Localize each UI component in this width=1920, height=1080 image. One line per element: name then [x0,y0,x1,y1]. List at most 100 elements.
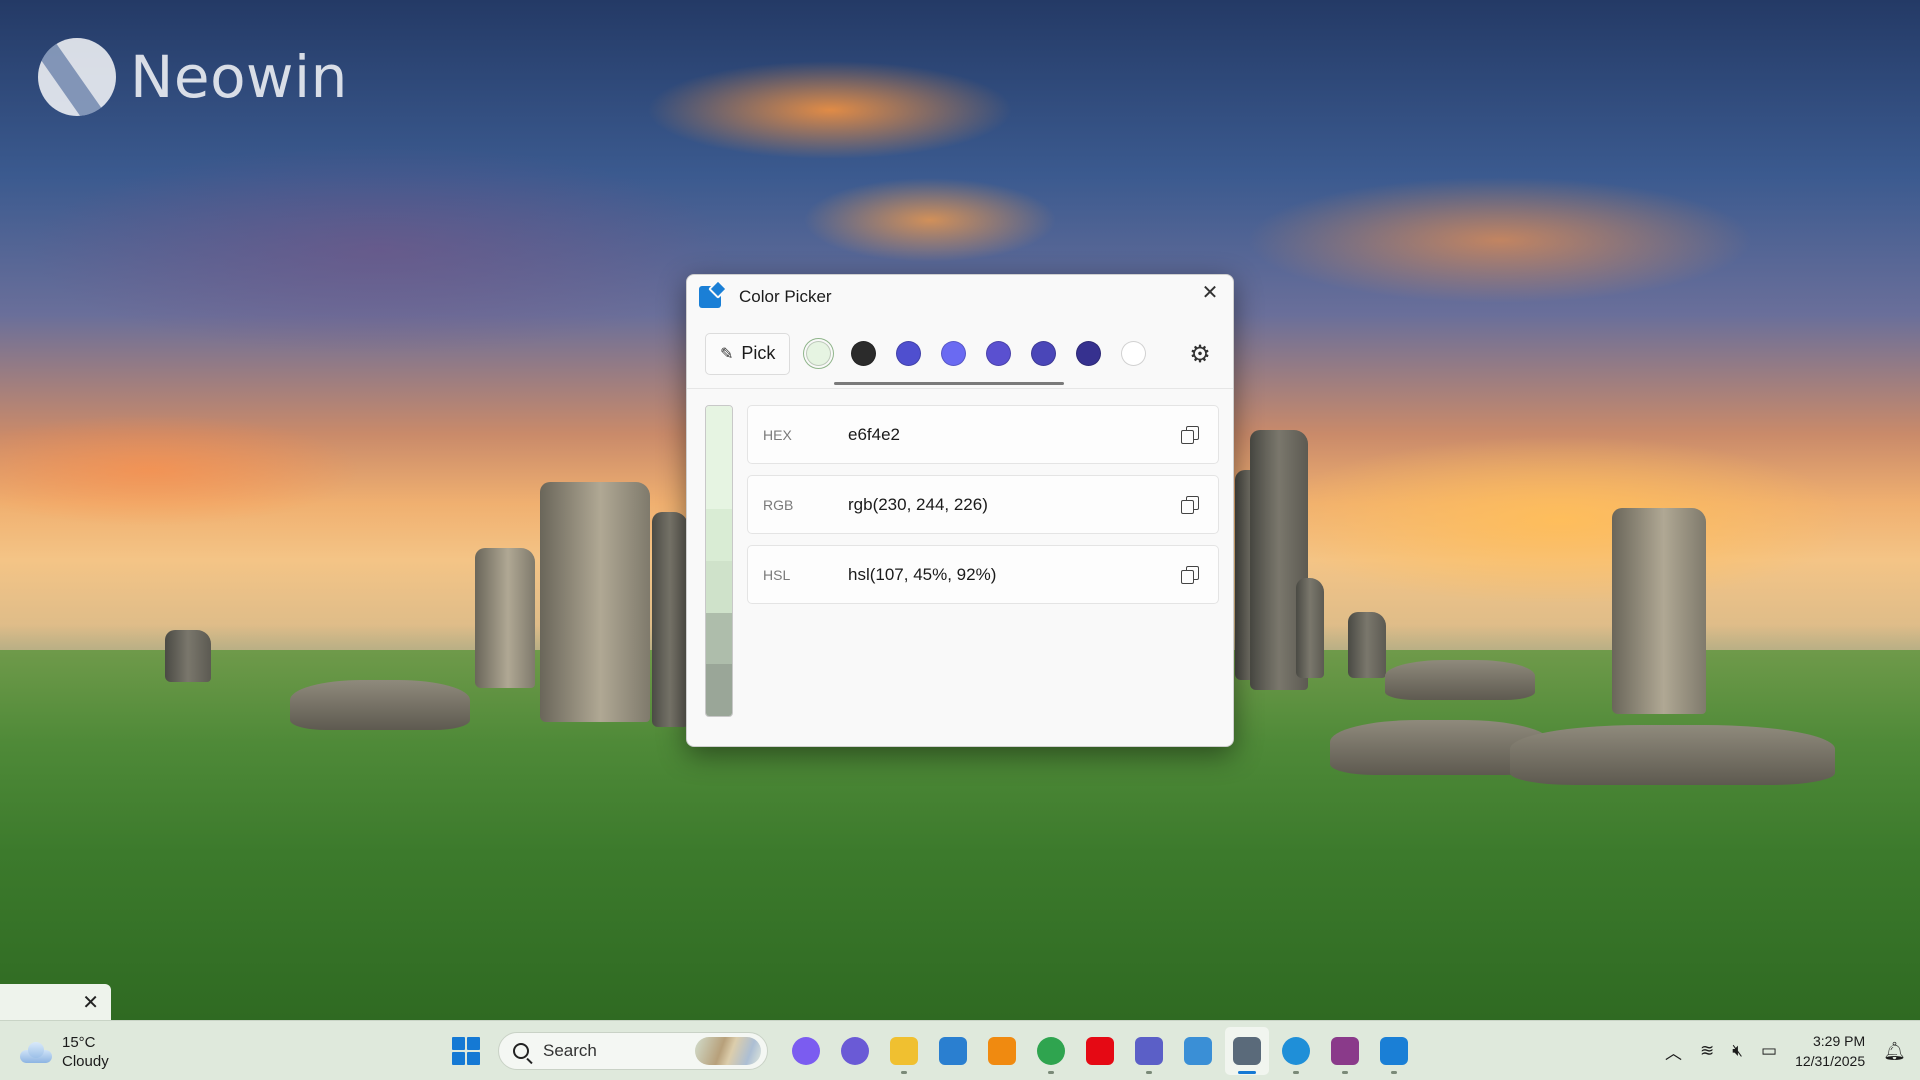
battery-icon[interactable]: ▭ [1761,1041,1777,1061]
close-icon[interactable]: ✕ [82,990,99,1015]
format-label: HSL [763,566,791,583]
close-button[interactable]: ✕ [1187,275,1233,309]
copy-icon[interactable] [1181,496,1199,514]
pick-button-label: Pick [741,343,776,363]
file-explorer-icon [890,1037,918,1065]
color-history [806,341,1147,366]
chrome-icon [1037,1037,1065,1065]
shade-strip [705,405,733,717]
history-scrollbar[interactable] [834,382,1064,385]
stone [1296,578,1324,678]
copy-icon[interactable] [1181,426,1199,444]
wifi-icon[interactable]: ≋ [1700,1041,1714,1061]
copilot-icon [792,1037,820,1065]
taskbar-app-winrar[interactable] [1323,1027,1367,1075]
shade-swatch[interactable] [706,664,732,716]
taskbar-search[interactable]: Search [498,1032,768,1070]
color-format-row: RGB rgb(230, 244, 226) [747,475,1219,534]
notification-bell-icon[interactable]: 🔔︎ [1883,1041,1906,1062]
start-button[interactable] [446,1031,486,1071]
color-picker-icon [1380,1037,1408,1065]
pick-button[interactable]: ✎ Pick [705,332,791,375]
shade-swatch[interactable] [706,457,732,510]
color-picker-app-icon [699,286,721,308]
taskbar-app-powertoys[interactable] [1225,1027,1269,1075]
weather-temperature: 15°C [62,1034,96,1051]
stone [290,680,470,730]
weather-widget[interactable]: 15°C Cloudy [20,1033,109,1071]
powertoys-icon [1233,1037,1261,1065]
color-format-list: HEX e6f4e2 RGB rgb(230, 244, 226) HSL hsl(107… [747,405,1219,717]
taskbar-app-photos[interactable] [931,1027,975,1075]
stone [475,548,535,688]
format-value[interactable]: e6f4e2 [848,425,900,445]
clock[interactable]: 3:29 PM 12/31/2025 [1795,1031,1865,1071]
shade-swatch[interactable] [706,612,732,665]
color-swatch[interactable] [806,341,832,366]
search-highlight-image [695,1037,761,1065]
copy-icon[interactable] [1181,566,1199,584]
stone [1612,508,1706,714]
teams-icon [1135,1037,1163,1065]
color-swatch[interactable] [851,341,877,366]
taskbar-app-netflix[interactable] [1078,1027,1122,1075]
shade-swatch[interactable] [706,406,732,458]
search-placeholder: Search [543,1041,597,1060]
stone [1510,725,1835,785]
netflix-icon [1086,1037,1114,1065]
cloud-icon [20,1042,52,1063]
taskbar-app-copilot[interactable] [784,1027,828,1075]
search-icon [513,1043,529,1059]
edge-icon [1282,1037,1310,1065]
system-tray: ︿ ≋ 🔇︎ ▭ 3:29 PM 12/31/2025 🔔︎ [1665,1021,1920,1080]
taskbar-app-chrome[interactable] [1029,1027,1073,1075]
toolbar: ✎ Pick ⚙ [687,319,1233,389]
stone [1385,660,1535,700]
notification-sliver: ✕ [0,984,111,1020]
title-bar[interactable]: Color Picker ✕ [687,275,1233,319]
winrar-icon [1331,1037,1359,1065]
color-details: HEX e6f4e2 RGB rgb(230, 244, 226) HSL hsl(107… [687,389,1233,717]
color-swatch[interactable] [896,341,922,366]
clock-time: 3:29 PM [1813,1033,1866,1049]
neowin-logo-icon [38,38,116,116]
settings-gear-icon[interactable]: ⚙ [1187,342,1213,368]
photos-icon [939,1037,967,1065]
color-swatch[interactable] [1076,341,1102,366]
taskbar-app-snipping-tool[interactable] [1176,1027,1220,1075]
stone [165,630,211,682]
window-title: Color Picker [739,287,832,306]
taskbar-app-color-picker[interactable] [1372,1027,1416,1075]
stone [1348,612,1386,678]
taskbar-app-vlc[interactable] [980,1027,1024,1075]
snipping-tool-icon [1184,1037,1212,1065]
color-swatch[interactable] [1031,341,1057,366]
chevron-up-icon[interactable]: ︿ [1665,1039,1682,1064]
format-value[interactable]: rgb(230, 244, 226) [848,495,988,515]
color-format-row: HSL hsl(107, 45%, 92%) [747,545,1219,604]
taskbar-app-arc[interactable] [833,1027,877,1075]
format-label: RGB [763,496,794,513]
color-picker-window: Color Picker ✕ ✎ Pick ⚙ HEX e6f4e2 RGB rgb(… [686,274,1234,747]
color-format-row: HEX e6f4e2 [747,405,1219,464]
taskbar-app-teams[interactable] [1127,1027,1171,1075]
color-swatch[interactable] [1121,341,1147,366]
taskbar: 15°C Cloudy Search ︿ ≋ 🔇︎ ▭ 3:29 PM 12/3… [0,1020,1920,1080]
shade-swatch[interactable] [706,561,732,613]
arc-icon [841,1037,869,1065]
shade-swatch[interactable] [706,509,732,562]
color-swatch[interactable] [986,341,1012,366]
neowin-logo-text: Neowin [130,43,348,111]
volume-muted-icon[interactable]: 🔇︎ [1732,1041,1743,1061]
color-swatch[interactable] [941,341,967,366]
stone [540,482,650,722]
eyedropper-icon: ✎ [720,345,734,363]
format-label: HEX [763,426,792,443]
taskbar-apps: Search [446,1027,1421,1075]
format-value[interactable]: hsl(107, 45%, 92%) [848,565,996,585]
windows-logo-icon [452,1037,465,1050]
taskbar-app-edge[interactable] [1274,1027,1318,1075]
taskbar-app-file-explorer[interactable] [882,1027,926,1075]
stone [652,512,688,727]
weather-condition: Cloudy [62,1053,109,1070]
